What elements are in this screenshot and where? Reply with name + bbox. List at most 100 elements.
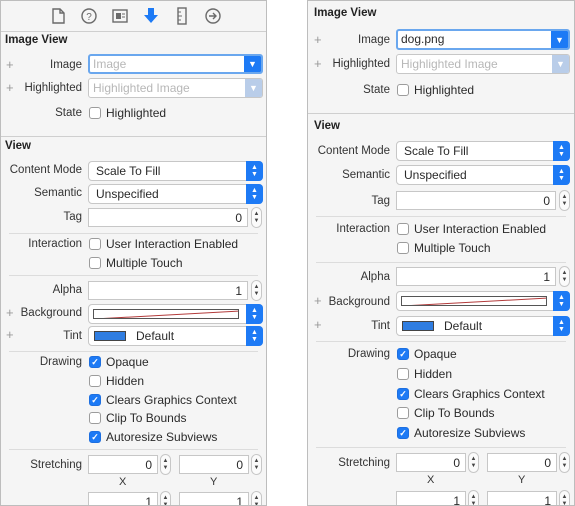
opaque-label: Opaque — [414, 347, 457, 361]
highlighted-image-placeholder: Highlighted Image — [93, 81, 190, 95]
tint-color-popup[interactable]: Default ▲ ▼ — [88, 326, 263, 346]
multiple-touch-checkbox[interactable] — [89, 257, 101, 269]
alpha-field[interactable]: 1 — [396, 267, 556, 286]
chevron-down-icon[interactable]: ▼ — [552, 55, 569, 73]
popup-arrows-icon: ▲ ▼ — [553, 165, 570, 185]
y-label: Y — [518, 474, 526, 486]
user-interaction-label: User Interaction Enabled — [414, 222, 547, 236]
alpha-stepper[interactable]: ▲ ▼ — [251, 280, 262, 301]
stretching-height-stepper[interactable]: ▲ ▼ — [559, 490, 570, 505]
tag-field[interactable]: 0 — [88, 208, 248, 227]
user-interaction-checkbox[interactable] — [397, 223, 409, 235]
tint-color-popup[interactable]: Default ▲ ▼ — [396, 316, 570, 336]
tint-color-swatch — [94, 331, 126, 341]
popup-arrows-icon: ▲ ▼ — [246, 304, 263, 324]
stretching-width-stepper[interactable]: ▲ ▼ — [468, 490, 479, 505]
opaque-checkbox[interactable]: ✓ — [397, 348, 409, 360]
stretching-y-field[interactable]: 0 — [179, 455, 249, 474]
stretching-height-field[interactable]: 1 — [487, 491, 557, 505]
add-variation-icon[interactable]: + — [6, 306, 14, 319]
alpha-field[interactable]: 1 — [88, 281, 248, 300]
stretching-width-field[interactable]: 1 — [88, 492, 158, 505]
stretching-y-stepper[interactable]: ▲ ▼ — [251, 454, 262, 475]
alpha-label: Alpha — [52, 284, 82, 296]
add-variation-icon[interactable]: + — [314, 33, 322, 46]
autoresize-subviews-label: Autoresize Subviews — [106, 430, 218, 444]
inspector-panel-right: Image View + Image dog.png ▼ + Highlight… — [307, 0, 575, 506]
attributes-icon[interactable] — [142, 7, 160, 25]
stretching-label: Stretching — [338, 457, 390, 469]
clears-graphics-context-checkbox[interactable]: ✓ — [89, 394, 101, 406]
highlighted-checkbox-label: Highlighted — [414, 83, 475, 97]
chevron-down-icon[interactable]: ▼ — [244, 56, 261, 72]
clip-to-bounds-checkbox[interactable] — [397, 407, 409, 419]
stretching-x-stepper[interactable]: ▲ ▼ — [160, 454, 171, 475]
identity-icon[interactable] — [111, 7, 129, 25]
highlighted-image-field[interactable]: Highlighted Image ▼ — [396, 54, 570, 74]
stretching-y-stepper[interactable]: ▲ ▼ — [559, 452, 570, 473]
file-icon[interactable] — [49, 7, 67, 25]
highlighted-image-field[interactable]: Highlighted Image ▼ — [88, 78, 263, 98]
autoresize-subviews-checkbox[interactable]: ✓ — [397, 427, 409, 439]
connections-icon[interactable] — [204, 7, 222, 25]
interaction-label: Interaction — [336, 223, 390, 235]
background-label: Background — [328, 296, 390, 308]
alpha-stepper[interactable]: ▲ ▼ — [559, 266, 570, 287]
semantic-popup[interactable]: Unspecified ▲ ▼ — [88, 184, 263, 204]
add-variation-icon[interactable]: + — [6, 81, 14, 94]
stretching-x-field[interactable]: 0 — [396, 453, 466, 472]
content-mode-popup[interactable]: Scale To Fill ▲ ▼ — [88, 161, 263, 181]
tag-field[interactable]: 0 — [396, 191, 556, 210]
highlighted-checkbox[interactable] — [397, 84, 409, 96]
size-icon[interactable] — [173, 7, 191, 25]
highlighted-image-label: Highlighted — [332, 58, 390, 70]
add-variation-icon[interactable]: + — [314, 294, 322, 307]
svg-text:?: ? — [86, 12, 92, 23]
tag-label: Tag — [371, 195, 390, 207]
background-color-popup[interactable]: ▲ ▼ — [396, 291, 570, 311]
hidden-checkbox[interactable] — [89, 375, 101, 387]
tag-stepper[interactable]: ▲ ▼ — [559, 190, 570, 211]
stretching-height-stepper[interactable]: ▲ ▼ — [251, 491, 262, 505]
add-variation-icon[interactable]: + — [6, 328, 14, 341]
help-icon[interactable]: ? — [80, 7, 98, 25]
image-view-header: Image View — [5, 34, 68, 46]
clip-to-bounds-checkbox[interactable] — [89, 412, 101, 424]
add-variation-icon[interactable]: + — [314, 318, 322, 331]
user-interaction-checkbox[interactable] — [89, 238, 101, 250]
image-field[interactable]: Image ▼ — [88, 54, 263, 74]
stretching-width-field[interactable]: 1 — [396, 491, 466, 505]
semantic-value: Unspecified — [404, 168, 467, 182]
view-header: View — [314, 120, 340, 132]
hidden-checkbox[interactable] — [397, 368, 409, 380]
clears-graphics-context-label: Clears Graphics Context — [414, 387, 545, 401]
chevron-down-icon[interactable]: ▼ — [551, 31, 568, 48]
chevron-down-icon[interactable]: ▼ — [245, 79, 262, 97]
background-color-popup[interactable]: ▲ ▼ — [88, 304, 263, 324]
add-variation-icon[interactable]: + — [314, 57, 322, 70]
image-label: Image — [358, 34, 390, 46]
stretching-height-field[interactable]: 1 — [179, 492, 249, 505]
image-field[interactable]: dog.png ▼ — [396, 29, 570, 50]
highlighted-image-placeholder: Highlighted Image — [401, 57, 498, 71]
popup-arrows-icon: ▲ ▼ — [553, 291, 570, 311]
autoresize-subviews-checkbox[interactable]: ✓ — [89, 431, 101, 443]
inspector-panel-left: ? Image View + Image Image ▼ + Highlight… — [0, 0, 267, 506]
opaque-checkbox[interactable]: ✓ — [89, 356, 101, 368]
stretching-x-stepper[interactable]: ▲ ▼ — [468, 452, 479, 473]
content-mode-popup[interactable]: Scale To Fill ▲ ▼ — [396, 141, 570, 161]
multiple-touch-checkbox[interactable] — [397, 242, 409, 254]
tag-stepper[interactable]: ▲ ▼ — [251, 207, 262, 228]
semantic-popup[interactable]: Unspecified ▲ ▼ — [396, 165, 570, 185]
image-view-header: Image View — [314, 7, 377, 19]
clears-graphics-context-checkbox[interactable]: ✓ — [397, 388, 409, 400]
stretching-width-stepper[interactable]: ▲ ▼ — [160, 491, 171, 505]
add-variation-icon[interactable]: + — [6, 58, 14, 71]
image-label: Image — [50, 59, 82, 71]
alpha-label: Alpha — [360, 271, 390, 283]
semantic-value: Unspecified — [96, 187, 159, 201]
highlighted-checkbox-label: Highlighted — [106, 106, 167, 120]
highlighted-checkbox[interactable] — [89, 107, 101, 119]
stretching-x-field[interactable]: 0 — [88, 455, 158, 474]
stretching-y-field[interactable]: 0 — [487, 453, 557, 472]
